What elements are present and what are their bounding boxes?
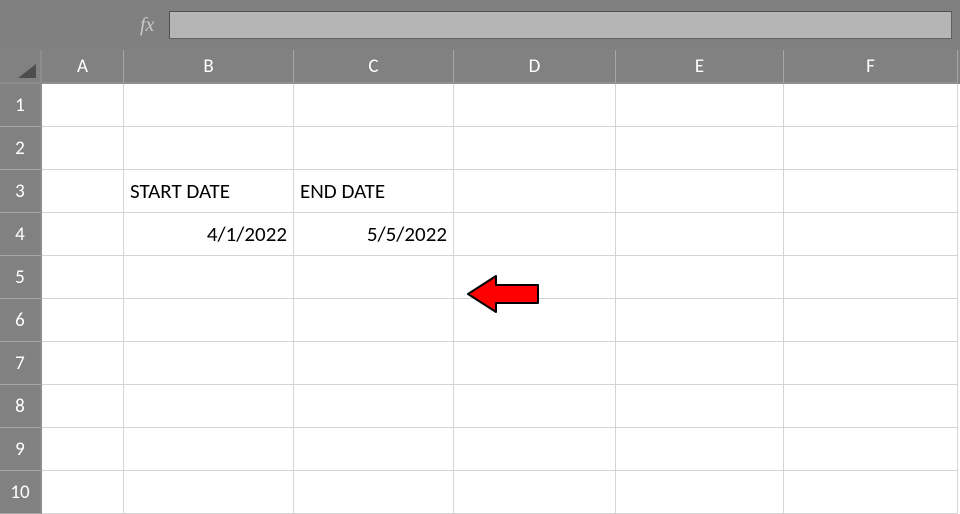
- cell-F3[interactable]: [784, 170, 958, 213]
- cell-D3[interactable]: [454, 170, 616, 213]
- cell-E1[interactable]: [616, 84, 784, 127]
- cell-F7[interactable]: [784, 342, 958, 385]
- cell-D8[interactable]: [454, 385, 616, 428]
- column-header-B[interactable]: B: [124, 50, 294, 84]
- cell-D9[interactable]: [454, 428, 616, 471]
- column-header-C[interactable]: C: [294, 50, 454, 84]
- row-header-6[interactable]: 6: [0, 299, 42, 342]
- cell-C9[interactable]: [294, 428, 454, 471]
- cell-B5[interactable]: [124, 256, 294, 299]
- fx-icon[interactable]: fx: [140, 14, 154, 37]
- cell-B8[interactable]: [124, 385, 294, 428]
- cell-D2[interactable]: [454, 127, 616, 170]
- column-header-D[interactable]: D: [454, 50, 616, 84]
- row-header-10[interactable]: 10: [0, 471, 42, 514]
- column-header-F[interactable]: F: [784, 50, 958, 84]
- cell-A3[interactable]: [42, 170, 124, 213]
- cell-C5[interactable]: [294, 256, 454, 299]
- cell-F6[interactable]: [784, 299, 958, 342]
- cell-C1[interactable]: [294, 84, 454, 127]
- cell-C4[interactable]: 5/5/2022: [294, 213, 454, 256]
- cell-C7[interactable]: [294, 342, 454, 385]
- cell-C2[interactable]: [294, 127, 454, 170]
- row-header-column: 1 2 3 4 5 6 7 8 9 10: [0, 84, 42, 514]
- cell-C3[interactable]: END DATE: [294, 170, 454, 213]
- cell-E9[interactable]: [616, 428, 784, 471]
- formula-bar: fx: [0, 0, 960, 50]
- row-header-5[interactable]: 5: [0, 256, 42, 299]
- cell-F10[interactable]: [784, 471, 958, 514]
- row-header-8[interactable]: 8: [0, 385, 42, 428]
- row-header-7[interactable]: 7: [0, 342, 42, 385]
- cell-D5[interactable]: [454, 256, 616, 299]
- cell-F1[interactable]: [784, 84, 958, 127]
- row-header-2[interactable]: 2: [0, 127, 42, 170]
- column-header-E[interactable]: E: [616, 50, 784, 84]
- cell-D4[interactable]: [454, 213, 616, 256]
- cell-A9[interactable]: [42, 428, 124, 471]
- column-header-row: A B C D E F: [0, 50, 960, 84]
- cell-B2[interactable]: [124, 127, 294, 170]
- cell-B7[interactable]: [124, 342, 294, 385]
- cell-E7[interactable]: [616, 342, 784, 385]
- cell-E10[interactable]: [616, 471, 784, 514]
- row-header-4[interactable]: 4: [0, 213, 42, 256]
- cell-F4[interactable]: [784, 213, 958, 256]
- cell-C10[interactable]: [294, 471, 454, 514]
- row-header-3[interactable]: 3: [0, 170, 42, 213]
- cell-E6[interactable]: [616, 299, 784, 342]
- cell-D6[interactable]: [454, 299, 616, 342]
- cell-E3[interactable]: [616, 170, 784, 213]
- cell-C6[interactable]: [294, 299, 454, 342]
- cell-E8[interactable]: [616, 385, 784, 428]
- row-header-1[interactable]: 1: [0, 84, 42, 127]
- cell-A8[interactable]: [42, 385, 124, 428]
- cell-D10[interactable]: [454, 471, 616, 514]
- cell-grid: START DATE END DATE 4/1/2022 5/5/2022: [42, 84, 958, 514]
- cell-A4[interactable]: [42, 213, 124, 256]
- cell-B6[interactable]: [124, 299, 294, 342]
- cell-C8[interactable]: [294, 385, 454, 428]
- formula-input[interactable]: [169, 11, 952, 39]
- cell-E2[interactable]: [616, 127, 784, 170]
- cell-D7[interactable]: [454, 342, 616, 385]
- cell-A1[interactable]: [42, 84, 124, 127]
- cell-B1[interactable]: [124, 84, 294, 127]
- cell-F8[interactable]: [784, 385, 958, 428]
- cell-F2[interactable]: [784, 127, 958, 170]
- worksheet: A B C D E F 1 2 3 4 5 6 7 8 9 10: [0, 50, 960, 514]
- column-header-A[interactable]: A: [42, 50, 124, 84]
- cell-D1[interactable]: [454, 84, 616, 127]
- cell-E4[interactable]: [616, 213, 784, 256]
- cell-A5[interactable]: [42, 256, 124, 299]
- cell-A6[interactable]: [42, 299, 124, 342]
- cell-A2[interactable]: [42, 127, 124, 170]
- cell-A7[interactable]: [42, 342, 124, 385]
- select-all-button[interactable]: [0, 50, 42, 84]
- cell-B9[interactable]: [124, 428, 294, 471]
- cell-B10[interactable]: [124, 471, 294, 514]
- cell-B3[interactable]: START DATE: [124, 170, 294, 213]
- cell-B4[interactable]: 4/1/2022: [124, 213, 294, 256]
- cell-F5[interactable]: [784, 256, 958, 299]
- cell-A10[interactable]: [42, 471, 124, 514]
- cell-E5[interactable]: [616, 256, 784, 299]
- row-header-9[interactable]: 9: [0, 428, 42, 471]
- cell-F9[interactable]: [784, 428, 958, 471]
